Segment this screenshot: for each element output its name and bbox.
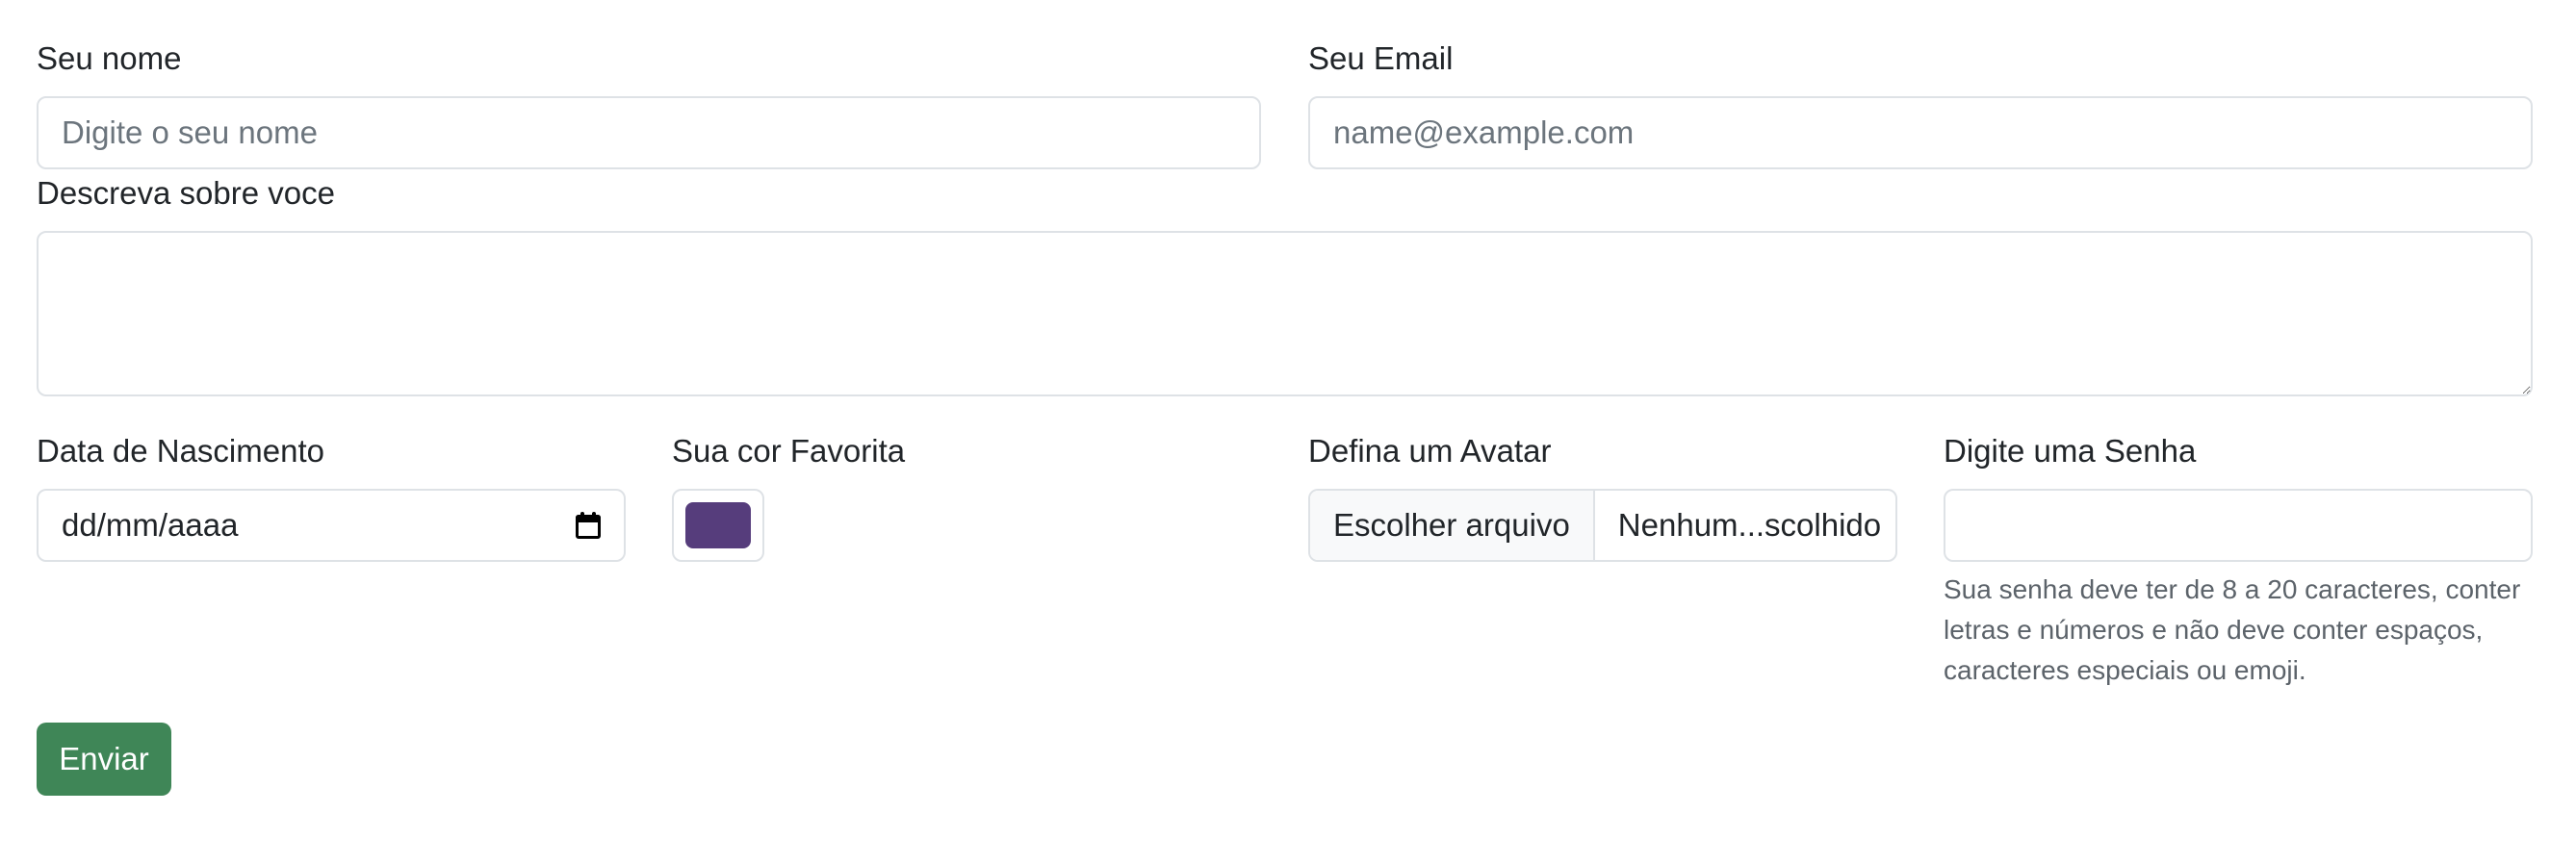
color-picker[interactable] <box>672 489 764 562</box>
file-status-text: Nenhum...scolhido <box>1617 507 1882 543</box>
submit-button[interactable]: Enviar <box>37 723 171 796</box>
birthdate-label: Data de Nascimento <box>37 433 324 469</box>
name-input[interactable] <box>37 96 1261 169</box>
password-help-text: Sua senha deve ter de 8 a 20 caracteres,… <box>1944 574 2521 685</box>
email-label: Seu Email <box>1308 40 1454 76</box>
avatar-label: Defina um Avatar <box>1308 433 1552 469</box>
choose-file-button[interactable]: Escolher arquivo <box>1310 491 1595 560</box>
birthdate-placeholder: dd/mm/aaaa <box>62 507 239 543</box>
about-textarea[interactable] <box>37 231 2533 396</box>
color-swatch <box>685 502 751 548</box>
password-label: Digite uma Senha <box>1944 433 2197 469</box>
name-label: Seu nome <box>37 40 182 76</box>
color-label: Sua cor Favorita <box>672 433 906 469</box>
avatar-file-input[interactable]: Escolher arquivo Nenhum...scolhido <box>1308 489 1897 562</box>
calendar-icon[interactable] <box>576 512 601 539</box>
about-label: Descreva sobre voce <box>37 175 335 211</box>
email-input[interactable] <box>1308 96 2533 169</box>
birthdate-input[interactable]: dd/mm/aaaa <box>37 489 626 562</box>
password-input[interactable] <box>1944 489 2533 562</box>
